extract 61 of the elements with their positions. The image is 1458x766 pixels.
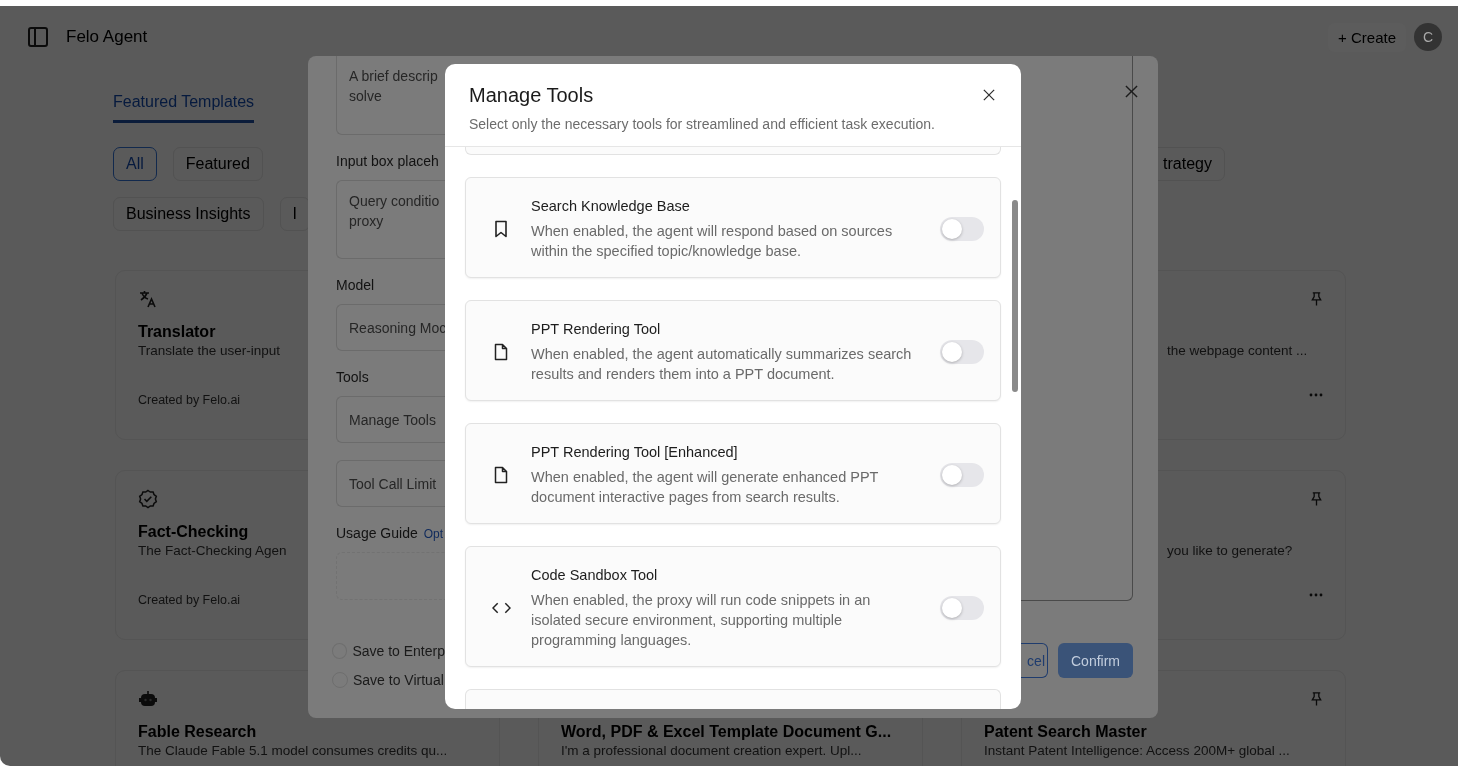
scrollbar-thumb[interactable] xyxy=(1012,200,1018,392)
tool-description: When enabled, the agent will generate enhanced PPT document interactive pages from search results. xyxy=(531,468,880,507)
document-icon xyxy=(494,342,508,361)
app-title: Felo Agent xyxy=(66,27,148,47)
confirm-button[interactable]: Confirm xyxy=(1058,643,1133,678)
template-description: I'm a professional document creation expert. Upl... xyxy=(561,743,862,759)
more-options-icon[interactable] xyxy=(1309,593,1323,597)
placeholder-text: A brief descrip xyxy=(349,67,439,86)
option-label: Save to Virtual xyxy=(353,672,444,688)
field-label: Usage Guide xyxy=(336,525,418,541)
toggle-switch[interactable] xyxy=(940,339,984,364)
template-title: Fact-Checking xyxy=(138,523,249,541)
option-label: Save to Enterp xyxy=(352,643,445,659)
optional-hint: Opt xyxy=(423,527,444,541)
field-label: Tools xyxy=(336,369,369,385)
dialog-subtitle: Select only the necessary tools for streamlined and efficient task execution. xyxy=(469,115,936,134)
placeholder-text: proxy xyxy=(349,212,385,231)
toggle-switch[interactable] xyxy=(940,595,984,620)
close-icon[interactable] xyxy=(983,89,995,101)
tool-description: When enabled, the agent will respond based on sources within the specified topic/knowledge base. xyxy=(531,222,894,261)
template-author: Created by Felo.ai xyxy=(138,393,241,407)
user-avatar[interactable]: C xyxy=(1414,23,1442,51)
tool-name: Search Knowledge Base xyxy=(531,197,691,216)
document-icon xyxy=(494,465,508,484)
filter-chip[interactable]: Business Insights xyxy=(113,197,264,231)
code-icon xyxy=(491,601,511,614)
template-description: Instant Patent Intelligence: Access 200M+ global ... xyxy=(984,743,1290,759)
template-title: Fable Research xyxy=(138,723,257,741)
translate-icon xyxy=(138,289,158,309)
template-title: Word, PDF & Excel Template Document G... xyxy=(561,723,892,741)
template-author: Created by Felo.ai xyxy=(138,593,241,607)
bookmark-icon xyxy=(494,219,508,238)
tool-name: PPT Rendering Tool [Enhanced] xyxy=(531,443,739,462)
placeholder-text: Query conditio xyxy=(349,192,441,211)
filter-chip[interactable]: Featured xyxy=(172,147,263,181)
toggle-switch[interactable] xyxy=(940,462,984,487)
template-description: the webpage content ... xyxy=(1167,343,1308,359)
more-options-icon[interactable] xyxy=(1309,393,1323,397)
pin-icon[interactable] xyxy=(1310,691,1323,707)
sidebar-toggle-icon[interactable] xyxy=(28,27,48,47)
template-description: The Claude Fable 5.1 model consumes credits qu... xyxy=(138,743,448,759)
pin-icon[interactable] xyxy=(1310,291,1323,307)
pin-icon[interactable] xyxy=(1310,491,1323,507)
template-title: Translator xyxy=(138,323,216,341)
toggle-switch[interactable] xyxy=(940,216,984,241)
template-description: The Fact-Checking Agen xyxy=(138,543,287,559)
filter-chip[interactable]: All xyxy=(113,147,157,181)
field-label: Model xyxy=(336,277,375,293)
badge-check-icon xyxy=(138,489,158,509)
template-description: Translate the user-input xyxy=(138,343,281,359)
tool-description: When enabled, the agent automatically summarizes search results and renders them into a PPT document. xyxy=(531,345,913,384)
placeholder-text: solve xyxy=(349,87,383,106)
section-tab[interactable]: Featured Templates xyxy=(113,78,255,123)
tool-description: When enabled, the proxy will run code snippets in an isolated secure environment, supporting multiple programming languages. xyxy=(531,591,872,650)
field-label: Input box placeh xyxy=(336,153,439,169)
dialog-title: Manage Tools xyxy=(469,83,594,108)
tool-name: Code Sandbox Tool xyxy=(531,566,659,585)
robot-icon xyxy=(138,689,158,709)
tool-name: PPT Rendering Tool xyxy=(531,320,662,339)
template-description: you like to generate? xyxy=(1167,543,1293,559)
template-title: Patent Search Master xyxy=(984,723,1147,741)
